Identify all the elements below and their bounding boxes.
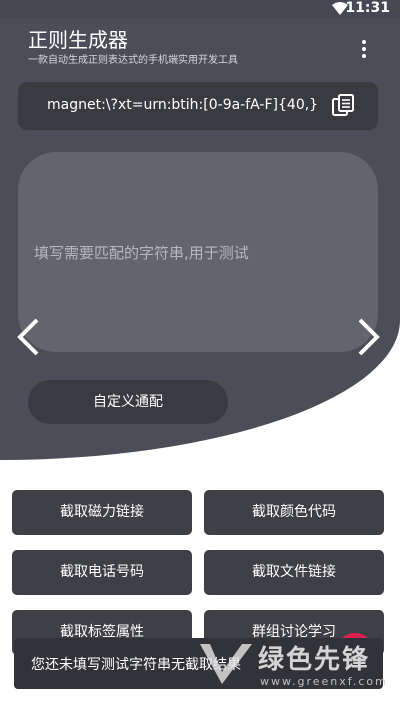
status-time: 11:31 xyxy=(345,0,390,16)
more-vert-icon[interactable] xyxy=(358,40,370,58)
watermark-text: 绿色先锋 xyxy=(258,645,371,675)
chevron-right-icon[interactable] xyxy=(356,317,382,357)
watermark: 绿色先锋 www.greenxf.com xyxy=(196,634,386,694)
regex-output: magnet:\?xt=urn:btih:[0-9a-fA-F]{40,} xyxy=(18,82,378,130)
test-string-input[interactable]: 填写需要匹配的字符串,用于测试 xyxy=(18,152,378,352)
regex-text: magnet:\?xt=urn:btih:[0-9a-fA-F]{40,} xyxy=(47,97,319,113)
extract-file-link-button[interactable]: 截取文件链接 xyxy=(204,550,384,595)
watermark-logo-icon xyxy=(200,644,252,684)
custom-wildcard-button[interactable]: 自定义通配 xyxy=(28,380,228,424)
watermark-subtext: www.greenxf.com xyxy=(260,675,388,688)
test-input-placeholder: 填写需要匹配的字符串,用于测试 xyxy=(34,244,249,262)
extract-color-code-button[interactable]: 截取颜色代码 xyxy=(204,490,384,535)
app-subtitle: 一款自动生成正则表达式的手机端实用开发工具 xyxy=(28,55,238,66)
copy-icon[interactable] xyxy=(331,93,355,117)
extract-phone-button[interactable]: 截取电话号码 xyxy=(12,550,192,595)
header-panel: 11:31 正则生成器 一款自动生成正则表达式的手机端实用开发工具 magnet… xyxy=(0,0,400,460)
extract-magnet-button[interactable]: 截取磁力链接 xyxy=(12,490,192,535)
status-bar: 11:31 xyxy=(0,0,400,18)
app-title: 正则生成器 xyxy=(28,28,128,52)
chevron-left-icon[interactable] xyxy=(15,317,41,357)
